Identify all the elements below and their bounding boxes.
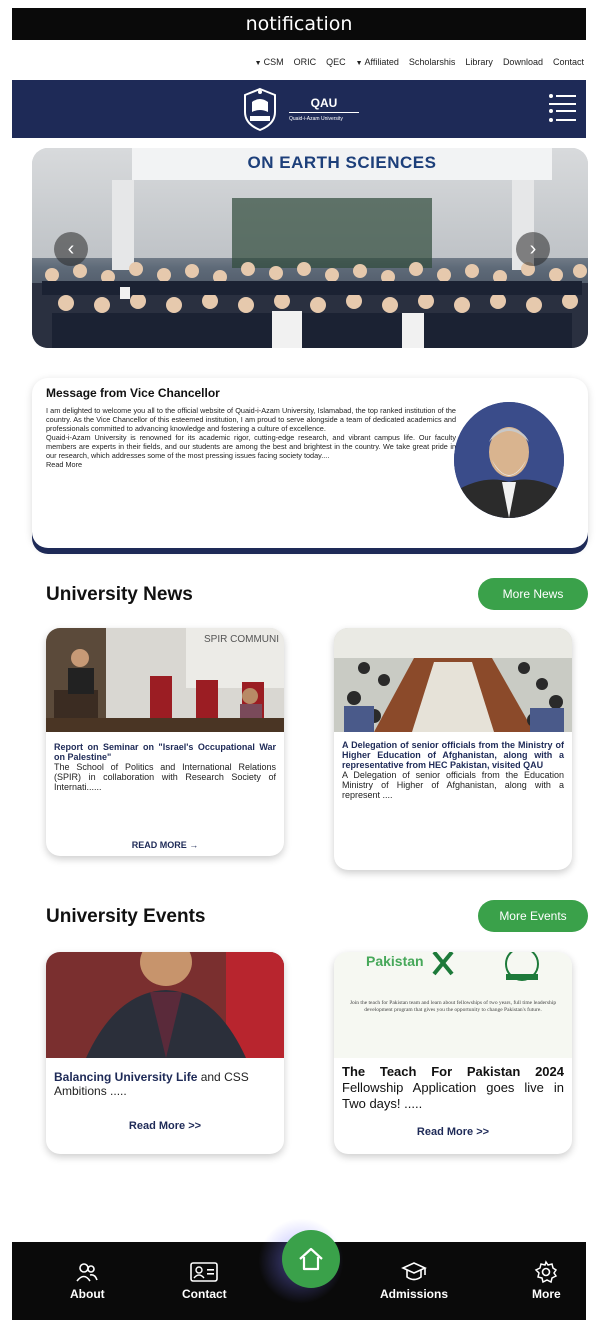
event-read-more-link[interactable]: Read More >> xyxy=(334,1126,572,1138)
hamburger-menu-icon[interactable] xyxy=(546,90,578,126)
vc-message-paragraph: I am delighted to welcome you all to the… xyxy=(46,406,456,433)
tab-about[interactable]: About xyxy=(70,1260,105,1301)
news-card-body: Report on Seminar on "Israel's Occupatio… xyxy=(54,742,276,792)
tab-label: About xyxy=(70,1287,105,1301)
tab-admissions[interactable]: Admissions xyxy=(380,1260,448,1301)
logo-name: QAU xyxy=(289,96,359,113)
news-card-description: The School of Politics and International… xyxy=(54,762,276,792)
teach-for-pakistan-logo-text: Pakistan xyxy=(366,953,424,969)
nav-label: Affiliated xyxy=(364,57,399,67)
news-card-title: A Delegation of senior officials from th… xyxy=(342,740,564,770)
nav-link-library[interactable]: Library xyxy=(465,57,493,67)
nav-label: CSM xyxy=(263,57,284,67)
event-card-title-highlight: Balancing University Life xyxy=(54,1070,198,1084)
tab-label: Contact xyxy=(182,1287,227,1301)
caret-down-icon: ▼ xyxy=(254,60,262,67)
news-card-title: Report on Seminar on "Israel's Occupatio… xyxy=(54,742,276,762)
chevron-right-icon: › xyxy=(529,238,537,260)
news-read-more-link[interactable]: READ MORE → xyxy=(46,840,284,850)
nav-link-contact[interactable]: Contact xyxy=(553,57,584,67)
news-card-image xyxy=(334,628,572,732)
hero-crowd-image xyxy=(32,262,588,348)
events-section-title: University Events xyxy=(46,906,206,927)
nav-link-oric[interactable]: ORIC xyxy=(294,57,317,67)
news-card-body: A Delegation of senior officials from th… xyxy=(342,740,564,800)
gear-icon xyxy=(535,1260,558,1284)
people-icon xyxy=(76,1263,99,1282)
vc-message-title: Message from Vice Chancellor xyxy=(46,386,220,400)
event-card[interactable]: Pakistan Join the teach for Pakistan tea… xyxy=(334,952,572,1154)
hero-banner-text: ON EARTH SCIENCES xyxy=(132,148,552,180)
news-section-title: University News xyxy=(46,584,193,605)
tab-contact[interactable]: Contact xyxy=(182,1260,227,1301)
tab-more[interactable]: More xyxy=(532,1260,561,1301)
vc-read-more-link[interactable]: Read More xyxy=(46,460,456,469)
tab-label: Admissions xyxy=(380,1287,449,1301)
graduation-cap-icon xyxy=(401,1262,427,1281)
logo-text: QAU Quaid-i-Azam University xyxy=(289,96,359,122)
site-header: QAU Quaid-i-Azam University xyxy=(12,80,586,138)
event-card-title-highlight: The Teach For Pakistan 2024 xyxy=(342,1064,564,1079)
logo-subtitle: Quaid-i-Azam University xyxy=(289,116,343,122)
top-nav: ▼ CSM ORIC QEC ▼ Affiliated Scholarshis Li… xyxy=(0,52,598,72)
vc-message-paragraph: Quaid-i-Azam University is renowned for … xyxy=(46,433,456,460)
nav-link-scholarships[interactable]: Scholarshis xyxy=(409,57,456,67)
notification-bar[interactable]: notification xyxy=(12,8,586,40)
home-icon xyxy=(299,1247,323,1271)
event-image-caption: Join the teach for Pakistan team and lea… xyxy=(349,1000,557,1013)
university-crest-icon xyxy=(244,87,276,132)
hero-carousel[interactable]: ON EARTH SCIENCES ‹ › xyxy=(32,148,588,348)
news-card[interactable]: A Delegation of senior officials from th… xyxy=(334,628,572,870)
event-card-title: Fellowship Application goes live in Two … xyxy=(342,1080,564,1111)
nav-link-affiliated[interactable]: ▼ Affiliated xyxy=(356,57,399,67)
event-card-image xyxy=(46,952,284,1058)
vc-message-body: I am delighted to welcome you all to the… xyxy=(46,406,456,469)
nav-link-qec[interactable]: QEC xyxy=(326,57,346,67)
news-card-image: SPIR COMMUNI xyxy=(46,628,284,732)
tab-label: More xyxy=(532,1287,561,1301)
news-card[interactable]: SPIR COMMUNI Report on Seminar on "Israe… xyxy=(46,628,284,856)
vc-message-card: Message from Vice Chancellor I am deligh… xyxy=(32,378,588,548)
chevron-left-icon: ‹ xyxy=(67,238,75,260)
news-card-description: A Delegation of senior officials from th… xyxy=(342,770,564,800)
event-read-more-link[interactable]: Read More >> xyxy=(46,1120,284,1132)
event-card-body: The Teach For Pakistan 2024 Fellowship A… xyxy=(342,1064,564,1112)
caret-down-icon: ▼ xyxy=(355,60,363,67)
carousel-next-button[interactable]: › xyxy=(516,232,550,266)
nav-link-download[interactable]: Download xyxy=(503,57,543,67)
page: notification ▼ CSM ORIC QEC ▼ Affiliated S… xyxy=(0,0,598,1320)
carousel-prev-button[interactable]: ‹ xyxy=(54,232,88,266)
news-image-text: SPIR COMMUNI xyxy=(204,634,279,645)
event-card-body: Balancing University Life and CSS Ambiti… xyxy=(54,1070,276,1098)
nav-link-csm[interactable]: ▼ CSM xyxy=(255,57,284,67)
contact-card-icon xyxy=(190,1262,219,1282)
event-card[interactable]: Balancing University Life and CSS Ambiti… xyxy=(46,952,284,1154)
vc-portrait-image xyxy=(454,402,564,518)
more-news-button[interactable]: More News xyxy=(478,578,588,610)
home-button[interactable] xyxy=(282,1230,340,1288)
more-events-button[interactable]: More Events xyxy=(478,900,588,932)
vc-portrait xyxy=(454,402,564,518)
university-logo[interactable]: QAU Quaid-i-Azam University xyxy=(239,86,359,132)
